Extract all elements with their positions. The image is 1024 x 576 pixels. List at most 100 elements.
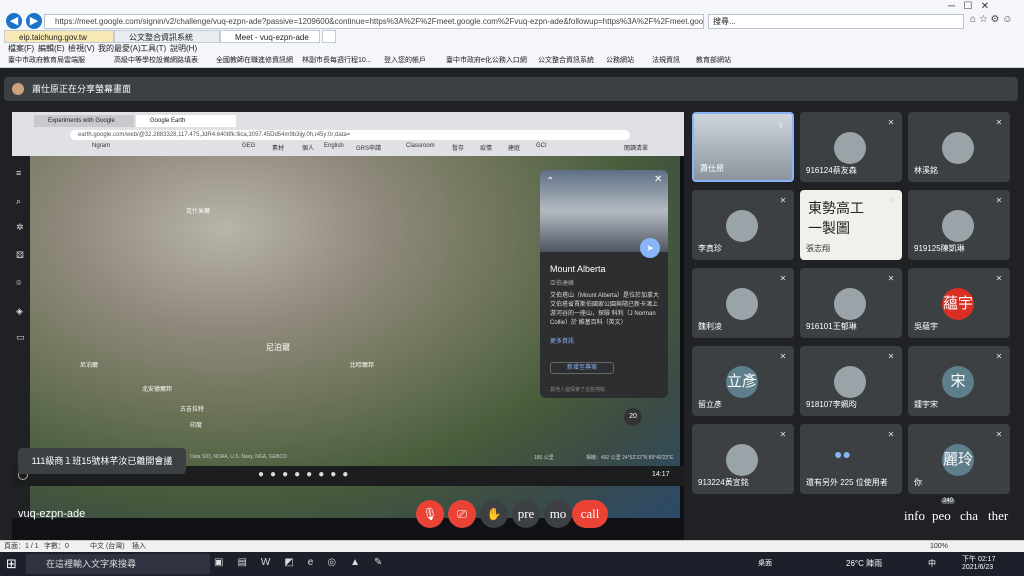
fav-3[interactable]: 全國教師在職進修資訊網	[216, 56, 293, 66]
mic-muted-icon: ✕	[995, 274, 1003, 283]
participant-tile[interactable]: ✕ 918107李姵昀	[800, 346, 902, 416]
search-icon: ⌕	[16, 196, 22, 206]
avatar	[726, 288, 758, 320]
participant-tile[interactable]: ✕ 919125陳凱琳	[908, 190, 1010, 260]
place-card: ⌃ ✕ ➤ Mount Alberta 亞伯達峰 艾伯塔山（Mount Albe…	[540, 170, 668, 398]
participant-name: 鍾宇宋	[914, 400, 938, 409]
window-controls[interactable]: ─ ☐ ✕	[948, 1, 989, 12]
attribution: Data SIO, NOAA, U.S. Navy, NGA, GEBCO	[190, 454, 287, 460]
fav-5[interactable]: 登入您的帳戶	[384, 56, 426, 66]
participant-tile[interactable]: ✕ 林溪銘	[908, 112, 1010, 182]
participant-tile[interactable]: ▮ 蕭仕原	[692, 112, 794, 182]
shared-chrome-window: Experiments with Google Google Earth ear…	[12, 112, 684, 156]
zoom-level: 20	[624, 408, 642, 426]
menu-edit[interactable]: 編輯(E)	[38, 43, 65, 55]
fav-8[interactable]: 公務網站	[606, 56, 634, 66]
tab-eip[interactable]: eip.taichung.gov.tw	[4, 30, 114, 43]
windows-start-icon[interactable]: ⊞	[6, 556, 17, 572]
more-options-button[interactable]: mo	[544, 500, 572, 528]
weather: 26°C 陣雨	[846, 559, 883, 568]
participant-name: 還有另外 225 位使用者	[806, 478, 888, 487]
sharing-banner-text: 蕭仕原正在分享螢幕畫面	[32, 84, 132, 94]
participant-name: 你	[914, 478, 922, 487]
chat-button[interactable]: cha	[960, 508, 978, 524]
map-label: 印度	[190, 423, 203, 429]
fav-1[interactable]: 臺中市政府教育局雲端服	[8, 56, 85, 66]
tab-document-system[interactable]: 公文整合資訊系統	[114, 30, 220, 43]
new-tab-button[interactable]	[322, 30, 336, 43]
voyager-icon: ✲	[16, 222, 24, 232]
forward-arrow-icon[interactable]: ▶	[26, 13, 42, 29]
mic-muted-icon: ✕	[995, 118, 1003, 127]
participant-name: 張志翔	[806, 244, 830, 253]
participant-tile[interactable]: ✕ 913224黃宣銘	[692, 424, 794, 494]
participant-tile[interactable]: ✕ 916101王郁琳	[800, 268, 902, 338]
map-label: 尼泊爾	[266, 343, 290, 352]
mic-muted-icon: ✕	[995, 352, 1003, 361]
fav-9[interactable]: 法規資訊	[652, 56, 680, 66]
place-subtitle: 亞伯達峰	[550, 281, 575, 287]
menu-tools[interactable]: 工具(T)	[140, 43, 166, 55]
participant-tile[interactable]: 立彥 ✕ 留立彥	[692, 346, 794, 416]
fav-10[interactable]: 教育部網站	[696, 56, 731, 66]
map-label: 克什米爾	[186, 209, 211, 215]
mic-muted-icon: ✕	[779, 352, 787, 361]
mic-muted-icon: ✕	[779, 430, 787, 439]
shared-bm-9: 疫情	[480, 146, 493, 152]
shared-bm-8: 暫存	[452, 146, 465, 152]
tab-meet[interactable]: Meet - vuq-ezpn-ade	[220, 30, 320, 43]
participant-name: 913224黃宣銘	[698, 478, 749, 487]
address-bar[interactable]: https://meet.google.com/signin/v2/challe…	[44, 14, 704, 29]
participant-tile[interactable]: 蘊宇 ✕ 吳蘊宇	[908, 268, 1010, 338]
close-icon: ✕	[654, 174, 663, 185]
fav-4[interactable]: 林副市長每週行程10...	[302, 56, 372, 66]
menu-file[interactable]: 檔案(F)	[8, 43, 34, 55]
participant-tile[interactable]: 東勢高工 一製圖 ✕ 張志翔	[800, 190, 902, 260]
menu-help[interactable]: 說明(H)	[170, 43, 197, 55]
participant-tile[interactable]: ✕ 李真珍	[692, 190, 794, 260]
participant-tile[interactable]: 宋 ✕ 鍾宇宋	[908, 346, 1010, 416]
people-button[interactable]: peo	[932, 508, 951, 524]
camera-off-button[interactable]: ⎚	[448, 500, 476, 528]
participant-tile[interactable]: ●● ✕ 還有另外 225 位使用者	[800, 424, 902, 494]
shared-bm-3: 素材	[272, 146, 285, 152]
shared-bm-11: GCI	[536, 143, 547, 149]
handwritten-text: 東勢高工 一製圖	[808, 200, 864, 236]
fav-2[interactable]: 高級中等學校設備網路填表	[114, 56, 198, 66]
place-description: 艾伯塔山（Mount Alberta）是位於加拿大艾伯塔省賈斯伯國家公園與隨已新…	[550, 293, 660, 326]
info-button[interactable]: info	[904, 508, 925, 524]
shared-url: earth.google.com/web/@32.2883328,117.475…	[70, 130, 630, 140]
leave-toast: 111級商１班15號林芊汝已離開會議	[18, 448, 186, 474]
mic-off-button[interactable]: 🎙	[416, 500, 444, 528]
desktop-label: 桌面	[758, 560, 772, 567]
meeting-code: vuq-ezpn-ade	[18, 508, 86, 520]
fav-7[interactable]: 公文整合資訊系統	[538, 56, 594, 66]
layers-icon: ◈	[16, 306, 23, 316]
taskbar-search[interactable]: 在這裡輸入文字來搜尋	[26, 554, 210, 574]
end-call-button[interactable]: call	[572, 500, 608, 528]
participant-tile[interactable]: ✕ 魏利凌	[692, 268, 794, 338]
mic-muted-icon: ✕	[995, 196, 1003, 205]
more-info-link: 更多資訊	[550, 339, 575, 345]
present-button[interactable]: pre	[512, 500, 540, 528]
activities-button[interactable]: ther	[988, 508, 1008, 524]
raise-hand-button[interactable]: ✋	[480, 500, 508, 528]
ime-indicator[interactable]: 中	[928, 558, 936, 569]
fav-6[interactable]: 臺中市政府e化公務入口網	[446, 56, 527, 66]
scale-label: 180 公里	[534, 455, 554, 461]
place-footer: 其他人還探索了這些地點	[550, 387, 606, 393]
mic-muted-icon: ✕	[995, 430, 1003, 439]
search-input[interactable]: 搜尋...	[708, 14, 964, 29]
taskbar-apps[interactable]: ▣▤W◩e◎▲✎	[214, 557, 396, 568]
participant-name: 吳蘊宇	[914, 322, 938, 331]
back-arrow-icon[interactable]: ◀	[6, 13, 22, 29]
location-icon: ⌾	[16, 278, 22, 288]
menu-view[interactable]: 檢視(V)	[68, 43, 95, 55]
participant-name: 留立彥	[698, 400, 722, 409]
participant-tile[interactable]: ✕ 916124蔡友森	[800, 112, 902, 182]
toolbar-icons[interactable]: ⌂ ☆ ⚙ ☺	[970, 14, 1013, 25]
collapse-icon: ⌃	[546, 176, 555, 187]
participant-name: 916101王郁琳	[806, 322, 857, 331]
menu-favorites[interactable]: 我的最愛(A)	[98, 43, 141, 55]
participant-tile[interactable]: 麗玲 ✕ 你	[908, 424, 1010, 494]
